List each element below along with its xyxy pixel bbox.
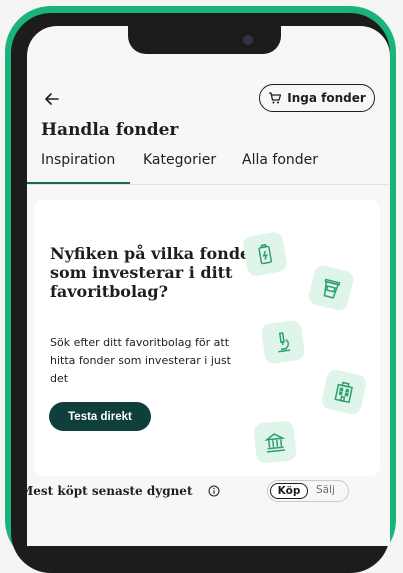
sell-toggle-option[interactable]: Sälj [316,484,335,496]
phone-notch [128,26,281,54]
microscope-icon [260,319,306,365]
tab-alla-fonder[interactable]: Alla fonder [242,152,318,168]
buy-sell-toggle[interactable]: Köp Sälj [267,480,349,502]
back-arrow-icon[interactable] [41,88,63,110]
tab-bar: Inspiration Kategorier Alla fonder [27,152,390,184]
battery-icon [241,230,289,278]
bank-icon [253,420,297,464]
most-bought-title: Mest köpt senaste dygnet [20,484,193,498]
tab-inspiration[interactable]: Inspiration [41,152,115,168]
cart-button[interactable]: Inga fonder [259,84,375,112]
try-now-button[interactable]: Testa direkt [49,402,151,431]
cart-label: Inga fonder [287,91,366,105]
app-screen: Inga fonder Handla fonder Inspiration Ka… [27,26,390,546]
tab-kategorier[interactable]: Kategorier [143,152,216,168]
promo-card: Nyfiken på vilka fonder som investerar i… [34,200,380,476]
cart-icon [269,92,282,104]
page-title: Handla fonder [41,120,179,140]
building-icon [320,368,368,416]
promo-body: Sök efter ditt favoritbolag för att hitt… [50,336,231,385]
info-icon[interactable] [208,485,220,497]
camera-icon [243,35,253,45]
promo-heading: Nyfiken på vilka fonder som investerar i… [50,244,259,301]
coffee-cup-icon [306,263,356,313]
buy-toggle-option[interactable]: Köp [270,483,308,499]
tabs-divider [27,184,390,185]
